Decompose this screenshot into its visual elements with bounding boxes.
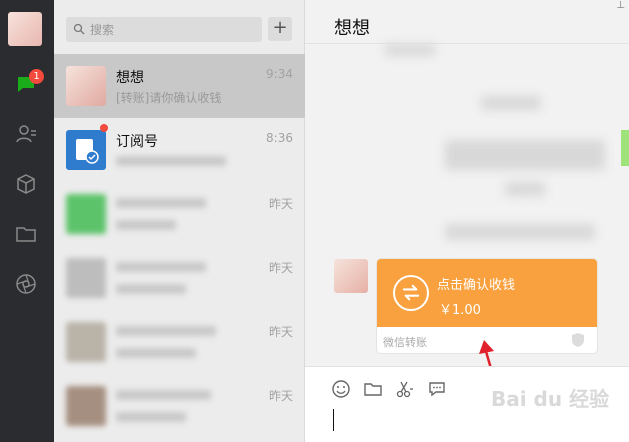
divider: [305, 43, 629, 44]
blurred-preview: [116, 220, 176, 230]
chat-time: 昨天: [268, 197, 293, 211]
avatar[interactable]: [8, 12, 42, 46]
blurred-name: [116, 390, 211, 400]
scissors-icon[interactable]: [395, 379, 415, 399]
unread-badge: 1: [29, 69, 44, 84]
transfer-footer: 微信转账: [383, 336, 427, 349]
blurred-message: [385, 44, 435, 56]
unread-dot: [100, 124, 108, 132]
blurred-message: [445, 140, 605, 170]
blurred-message: [445, 224, 595, 240]
blurred-preview: [116, 412, 186, 422]
sidebar: 1: [0, 0, 54, 442]
avatar: [66, 66, 106, 106]
conversation-panel: 想想 ⊥ 点击确认收钱 ￥1.00 微信转账 Bai du 经验: [305, 0, 629, 442]
chat-name: 订阅号: [116, 134, 158, 150]
chat-time: 8:36: [266, 131, 293, 145]
emoji-icon[interactable]: [331, 379, 351, 399]
search-input[interactable]: 搜索: [66, 17, 262, 42]
avatar: [66, 258, 106, 298]
blurred-name: [116, 262, 206, 272]
chat-item[interactable]: 昨天: [54, 310, 305, 374]
conversation-title: 想想: [334, 18, 370, 39]
chat-time: 昨天: [268, 325, 293, 339]
transfer-amount: ￥1.00: [439, 303, 481, 318]
blurred-message: [505, 182, 545, 196]
blurred-preview: [116, 284, 186, 294]
blurred-preview: [116, 156, 226, 166]
chat-name: 想想: [116, 70, 144, 86]
watermark: Bai du 经验: [491, 387, 610, 411]
moments-icon[interactable]: [14, 272, 38, 296]
blurred-message: [481, 96, 541, 110]
chat-time: 昨天: [268, 389, 293, 403]
transfer-label: 点击确认收钱: [437, 278, 516, 293]
blurred-name: [116, 326, 216, 336]
cube-icon[interactable]: [14, 172, 38, 196]
chat-preview: [转账]请你确认收钱: [116, 91, 222, 105]
own-message-edge: [621, 130, 629, 166]
chat-list: 搜索 + 想想 [转账]请你确认收钱 9:34 订阅号 8:36 昨天 昨天 昨…: [54, 0, 305, 442]
text-caret: [333, 409, 334, 431]
chat-item[interactable]: 昨天: [54, 374, 305, 438]
folder-icon[interactable]: [14, 222, 38, 246]
chat-item-xiangxiang[interactable]: 想想 [转账]请你确认收钱 9:34: [54, 54, 305, 118]
blurred-preview: [116, 348, 196, 358]
message-input[interactable]: Bai du 经验: [305, 366, 629, 442]
search-icon: [73, 23, 85, 35]
chat-item[interactable]: 昨天: [54, 182, 305, 246]
avatar: [66, 386, 106, 426]
subscription-icon: [66, 130, 106, 170]
avatar: [66, 194, 106, 234]
shield-icon: [572, 333, 584, 347]
chat-time: 昨天: [268, 261, 293, 275]
sender-avatar[interactable]: [334, 259, 368, 293]
chat-item[interactable]: 昨天: [54, 246, 305, 310]
avatar: [66, 322, 106, 362]
contacts-icon[interactable]: [14, 122, 38, 146]
transfer-header: 点击确认收钱 ￥1.00: [377, 259, 597, 327]
folder-icon[interactable]: [363, 379, 383, 399]
transfer-icon: [393, 275, 429, 311]
search-placeholder: 搜索: [90, 23, 115, 37]
chat-bubble-icon[interactable]: [427, 379, 447, 399]
blurred-name: [116, 198, 206, 208]
chat-time: 9:34: [266, 67, 293, 81]
add-button[interactable]: +: [268, 17, 292, 41]
chat-item-subscriptions[interactable]: 订阅号 8:36: [54, 118, 305, 182]
pin-icon[interactable]: ⊥: [616, 0, 625, 11]
